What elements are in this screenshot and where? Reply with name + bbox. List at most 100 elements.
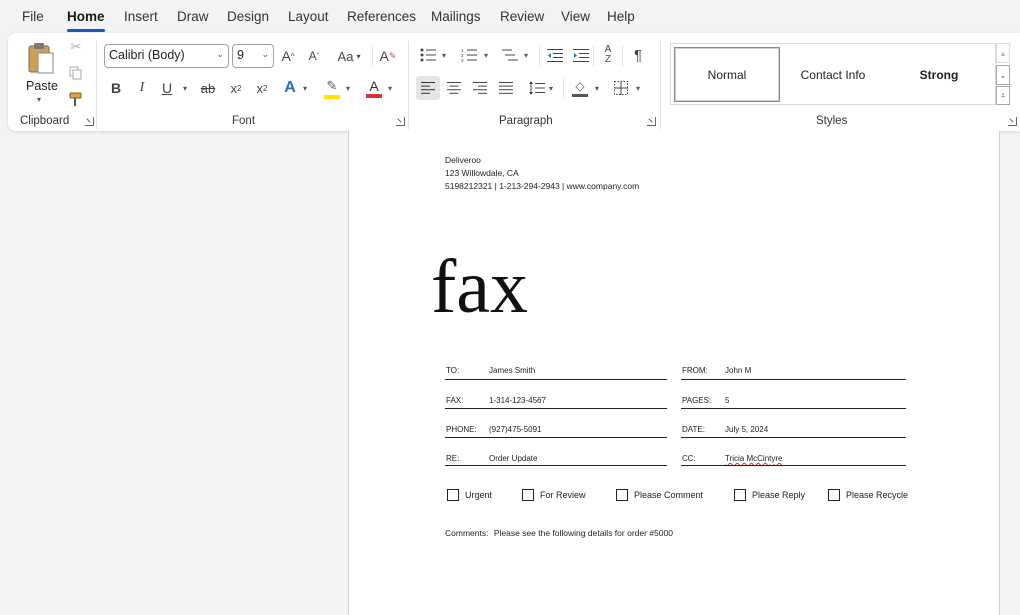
separator — [660, 41, 661, 129]
sender-company: Deliveroo — [445, 155, 481, 165]
clear-formatting-icon[interactable]: A ✎ — [379, 47, 397, 65]
subscript-icon[interactable]: x2 — [227, 79, 245, 97]
document-page[interactable]: Deliveroo 123 Willowdale, CA 5198212321 … — [348, 131, 1000, 615]
format-painter-icon[interactable] — [68, 91, 84, 107]
line-spacing-icon[interactable] — [526, 76, 548, 100]
ribbon: Paste ▾ ✂ Clipboard Calibri (Body) ⌄ 9 ⌄… — [8, 33, 1020, 131]
date-label: DATE: — [682, 425, 705, 434]
chevron-down-icon[interactable]: ▾ — [388, 84, 392, 93]
styles-gallery: Normal Contact Info Strong — [670, 43, 996, 105]
row-line — [445, 465, 667, 466]
styles-launcher-icon[interactable] — [1008, 117, 1017, 126]
font-name-combo[interactable]: Calibri (Body) ⌄ — [104, 44, 229, 68]
from-label: FROM: — [682, 366, 708, 375]
separator — [408, 41, 409, 129]
tab-help[interactable]: Help — [607, 9, 635, 24]
please-comment-checkbox[interactable] — [616, 489, 628, 501]
style-contact-info[interactable]: Contact Info — [783, 47, 883, 102]
please-comment-label: Please Comment — [634, 490, 704, 500]
please-reply-label: Please Reply — [752, 490, 806, 500]
sender-address: 123 Willowdale, CA — [445, 168, 519, 178]
highlight-icon[interactable]: ✎ — [322, 77, 342, 99]
tab-layout[interactable]: Layout — [288, 9, 329, 24]
tab-insert[interactable]: Insert — [124, 9, 158, 24]
cut-icon[interactable]: ✂ — [68, 39, 84, 55]
font-color-icon[interactable]: A — [364, 77, 384, 99]
paragraph-launcher-icon[interactable] — [647, 117, 656, 126]
chevron-down-icon: ⌄ — [261, 49, 269, 59]
multilevel-list-icon[interactable] — [500, 46, 520, 64]
decrease-indent-icon[interactable] — [545, 46, 565, 64]
chevron-down-icon[interactable]: ▾ — [442, 51, 446, 60]
to-label: TO: — [446, 366, 460, 375]
font-launcher-icon[interactable] — [396, 117, 405, 126]
tab-review[interactable]: Review — [500, 9, 544, 24]
chevron-down-icon[interactable]: ▾ — [524, 51, 528, 60]
shrink-font-icon[interactable]: Aˇ — [305, 47, 323, 65]
underline-icon[interactable]: U — [159, 79, 175, 97]
tab-design[interactable]: Design — [227, 9, 269, 24]
please-recycle-checkbox[interactable] — [828, 489, 840, 501]
chevron-down-icon[interactable]: ▾ — [183, 84, 187, 93]
separator — [372, 45, 373, 67]
pages-value: 5 — [725, 396, 730, 405]
gallery-scroll-up-icon[interactable]: ▲ — [996, 43, 1010, 63]
font-group-label: Font — [232, 115, 256, 127]
tab-draw[interactable]: Draw — [177, 9, 209, 24]
justify-icon[interactable] — [494, 76, 518, 100]
paste-icon — [28, 43, 54, 74]
date-value: July 5, 2024 — [725, 425, 769, 434]
align-center-icon[interactable] — [442, 76, 466, 100]
grow-font-icon[interactable]: A ^ — [279, 47, 297, 65]
strikethrough-icon[interactable]: ab — [199, 79, 217, 97]
superscript-icon[interactable]: x2 — [253, 79, 271, 97]
style-normal[interactable]: Normal — [674, 47, 780, 102]
row-line — [681, 437, 906, 438]
chevron-down-icon: ▾ — [37, 95, 42, 104]
italic-icon[interactable]: I — [134, 79, 150, 97]
copy-icon[interactable] — [68, 65, 84, 81]
font-size-combo[interactable]: 9 ⌄ — [232, 44, 274, 68]
borders-icon[interactable] — [610, 76, 632, 100]
increase-indent-icon[interactable] — [571, 46, 591, 64]
please-reply-checkbox[interactable] — [734, 489, 746, 501]
sender-contact: 5198212321 | 1-213-294-2943 | www.compan… — [445, 181, 640, 191]
for-review-checkbox[interactable] — [522, 489, 534, 501]
text-effects-icon[interactable]: A — [281, 79, 299, 97]
re-value: Order Update — [489, 454, 538, 463]
chevron-down-icon[interactable]: ▾ — [549, 84, 553, 93]
bold-icon[interactable]: B — [108, 79, 124, 97]
font-size-value: 9 — [237, 48, 244, 62]
align-left-icon[interactable] — [416, 76, 440, 100]
show-formatting-marks-icon[interactable]: ¶ — [629, 46, 647, 64]
gallery-more-icon[interactable]: ⩡ — [996, 86, 1010, 105]
row-line — [445, 379, 667, 380]
svg-text:3: 3 — [461, 58, 464, 62]
chevron-down-icon[interactable]: ▾ — [636, 84, 640, 93]
style-strong[interactable]: Strong — [889, 47, 989, 102]
cc-value: Tricia McCintyre — [725, 454, 783, 463]
clipboard-launcher-icon[interactable] — [85, 117, 94, 126]
align-right-icon[interactable] — [468, 76, 492, 100]
tab-references[interactable]: References — [347, 9, 416, 24]
change-case-button[interactable]: Aa ▾ — [334, 47, 364, 65]
tab-file[interactable]: File — [22, 9, 44, 24]
chevron-down-icon[interactable]: ▾ — [595, 84, 599, 93]
chevron-down-icon[interactable]: ▾ — [346, 84, 350, 93]
separator — [593, 45, 594, 67]
sort-icon[interactable]: AZ — [598, 45, 618, 65]
tab-view[interactable]: View — [561, 9, 590, 24]
bullets-icon[interactable] — [418, 46, 438, 64]
urgent-checkbox[interactable] — [447, 489, 459, 501]
tab-mailings[interactable]: Mailings — [431, 9, 481, 24]
chevron-down-icon[interactable]: ▾ — [303, 84, 307, 93]
tab-home[interactable]: Home — [67, 9, 105, 32]
gallery-scroll-down-icon[interactable]: ⌄ — [996, 65, 1010, 85]
paste-label: Paste — [26, 79, 58, 93]
numbering-icon[interactable]: 123 — [459, 46, 479, 64]
shading-icon[interactable]: ◇ — [569, 76, 591, 100]
paste-button[interactable]: Paste ▾ — [22, 39, 60, 105]
styles-group-label: Styles — [816, 115, 848, 127]
phone-value: (927)475-5091 — [489, 425, 542, 434]
chevron-down-icon[interactable]: ▾ — [484, 51, 488, 60]
